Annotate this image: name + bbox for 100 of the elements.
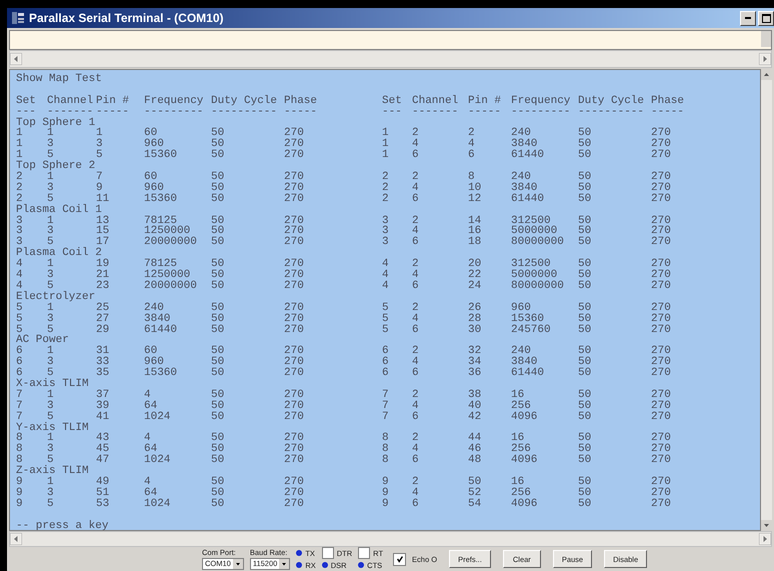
table-cell: 1: [47, 390, 54, 401]
table-cell: 9: [16, 498, 23, 510]
table-cell: 33: [96, 357, 110, 368]
table-cell: 270: [651, 346, 671, 358]
table-cell: 256: [511, 488, 531, 499]
table-cell: 61440: [511, 150, 544, 162]
echo-checkbox[interactable]: [393, 552, 406, 566]
horizontal-scrollbar[interactable]: [9, 50, 772, 68]
table-cell: 50: [211, 433, 224, 444]
table-cell: 50: [578, 259, 592, 270]
transmit-field[interactable]: [9, 30, 772, 50]
table-cell: 270: [284, 139, 304, 150]
table-cell: 3: [382, 216, 389, 226]
table-cell: 60: [144, 346, 158, 358]
led-indicator: [358, 562, 364, 568]
table-cell: 27: [96, 314, 110, 324]
table-cell: 50: [578, 182, 592, 194]
table-cell: 50: [578, 226, 592, 238]
table-cell: 2: [382, 182, 389, 194]
table-cell: 270: [284, 194, 304, 205]
header-underline: -----: [651, 106, 684, 118]
signal-checkbox[interactable]: [322, 547, 334, 559]
column-header: Set: [16, 96, 36, 107]
table-cell: 50: [578, 270, 592, 281]
table-cell: 64: [144, 488, 158, 499]
table-cell: 17: [96, 237, 110, 248]
table-cell: 50: [578, 237, 592, 248]
table-cell: 960: [511, 302, 531, 314]
table-cell: 2: [16, 194, 23, 205]
table-cell: 49: [96, 476, 110, 488]
table-cell: 1: [382, 150, 389, 162]
table-cell: 36: [468, 368, 482, 379]
table-cell: 3: [47, 182, 54, 194]
table-cell: 5000000: [511, 226, 558, 238]
table-cell: 50: [211, 259, 224, 270]
header-underline: ---------: [511, 106, 570, 118]
group-title: Plasma Coil 2: [16, 248, 102, 260]
maximize-button[interactable]: [758, 10, 774, 26]
table-cell: 28: [468, 314, 482, 324]
table-cell: 270: [284, 314, 304, 324]
table-cell: 5: [16, 302, 23, 314]
table-cell: 3: [382, 237, 389, 248]
vertical-scrollbar[interactable]: [761, 69, 772, 531]
terminal-text: Show Map Test: [16, 74, 102, 85]
table-cell: 19: [96, 259, 110, 270]
table-cell: 6: [382, 346, 389, 358]
table-cell: 16: [511, 433, 524, 444]
table-cell: 30: [468, 324, 482, 336]
table-cell: 5: [47, 498, 54, 510]
table-cell: 22: [468, 270, 482, 281]
table-cell: 6: [412, 194, 419, 205]
table-cell: 60: [144, 172, 158, 183]
table-cell: 4: [144, 476, 151, 488]
table-cell: 2: [16, 172, 23, 183]
table-cell: 6: [412, 368, 419, 379]
table-cell: 50: [578, 498, 592, 510]
table-cell: 2: [468, 128, 475, 140]
table-cell: 240: [511, 346, 531, 358]
table-cell: 24: [468, 280, 482, 292]
table-cell: 39: [96, 400, 110, 412]
table-cell: 3: [47, 444, 54, 456]
table-cell: 50: [578, 455, 592, 466]
table-cell: 270: [651, 412, 671, 423]
table-cell: 50: [211, 488, 224, 499]
signal-checkbox[interactable]: [358, 547, 370, 559]
table-cell: 1: [16, 128, 23, 140]
table-cell: 3: [47, 357, 54, 368]
table-cell: 3: [47, 270, 54, 281]
horizontal-scrollbar[interactable]: [9, 531, 772, 547]
table-cell: 64: [144, 400, 158, 412]
table-cell: 240: [511, 172, 531, 183]
table-cell: 3: [16, 226, 23, 238]
table-cell: 6: [412, 150, 419, 162]
table-cell: 50: [211, 390, 224, 401]
header-underline: ---: [382, 106, 402, 118]
table-cell: 270: [284, 455, 304, 466]
header-underline: ---: [16, 106, 36, 118]
table-cell: 41: [96, 412, 110, 423]
table-cell: 2: [382, 194, 389, 205]
table-cell: 50: [578, 128, 592, 140]
table-cell: 37: [96, 390, 110, 401]
column-header: Phase: [651, 96, 684, 107]
table-cell: 1: [16, 150, 23, 162]
table-cell: 50: [578, 194, 592, 205]
minimize-button[interactable]: [740, 10, 756, 26]
group-title: Plasma Coil 1: [16, 204, 102, 216]
table-cell: 270: [651, 314, 671, 324]
table-cell: 2: [412, 476, 419, 488]
table-cell: 4: [412, 270, 419, 281]
table-cell: 5: [47, 455, 54, 466]
table-cell: 78125: [144, 259, 178, 270]
table-cell: 270: [284, 270, 304, 281]
table-cell: 6: [412, 280, 419, 292]
table-cell: 270: [284, 412, 304, 423]
table-cell: 50: [211, 237, 224, 248]
table-cell: 15: [96, 226, 110, 238]
table-cell: 7: [382, 412, 389, 423]
column-header: Duty Cycle: [578, 96, 644, 107]
table-cell: 312500: [511, 259, 551, 270]
table-cell: 270: [651, 302, 671, 314]
